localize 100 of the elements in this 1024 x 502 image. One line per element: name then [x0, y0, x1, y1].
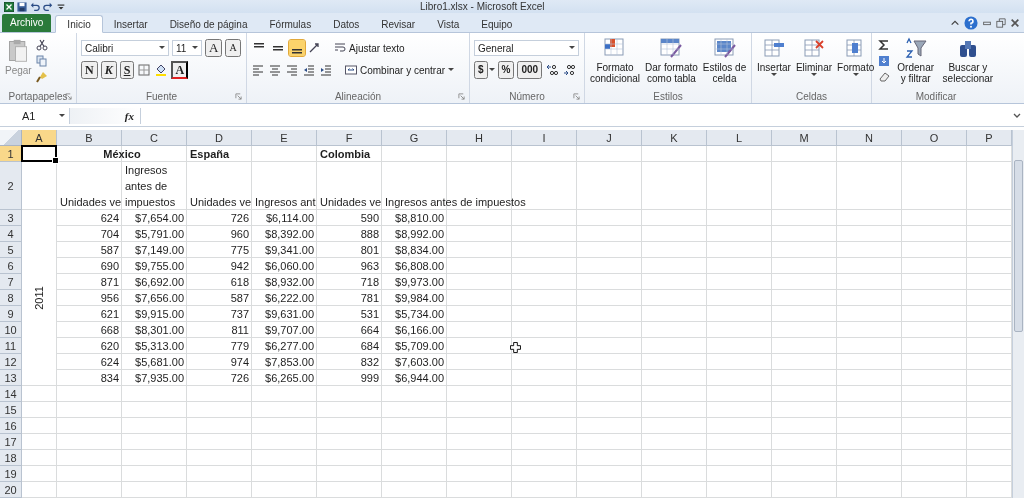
- bold-button[interactable]: N: [81, 61, 98, 79]
- column-header[interactable]: J: [577, 130, 642, 146]
- percent-button[interactable]: %: [497, 61, 515, 79]
- editing-button[interactable]: Buscar y seleccionar: [941, 36, 995, 89]
- editing-button[interactable]: Ordenar y filtrar: [896, 36, 936, 89]
- row-header[interactable]: 8: [0, 290, 22, 306]
- column-header[interactable]: E: [252, 130, 317, 146]
- italic-button[interactable]: K: [100, 61, 117, 79]
- fill-color-icon[interactable]: [155, 64, 168, 76]
- row-header[interactable]: 13: [0, 370, 22, 386]
- column-header[interactable]: H: [447, 130, 512, 146]
- column-header[interactable]: L: [707, 130, 772, 146]
- horizontal-align-icon[interactable]: [269, 64, 281, 76]
- column-header[interactable]: A: [22, 130, 57, 146]
- font-color-button[interactable]: A: [171, 61, 189, 79]
- orientation-icon[interactable]: [309, 42, 321, 54]
- file-tab[interactable]: Archivo: [2, 14, 52, 32]
- styles-button[interactable]: Dar formato como tabla: [644, 36, 699, 89]
- row-header[interactable]: 3: [0, 210, 22, 226]
- vertical-align-icon[interactable]: [289, 40, 305, 56]
- caret-icon[interactable]: [488, 68, 495, 72]
- row-header[interactable]: 14: [0, 386, 22, 402]
- excel-icon[interactable]: [4, 1, 14, 12]
- ribbon-tab[interactable]: Insertar: [102, 15, 159, 33]
- increase-indent-icon[interactable]: [320, 64, 332, 76]
- increase-decimal-icon[interactable]: [546, 64, 559, 76]
- font-size-dropdown[interactable]: 11: [172, 40, 202, 56]
- currency-button[interactable]: $: [474, 61, 488, 79]
- column-header[interactable]: O: [902, 130, 967, 146]
- dialog-launcher-icon[interactable]: [573, 93, 580, 100]
- cells-button[interactable]: Insertar: [756, 36, 792, 89]
- vertical-scrollbar[interactable]: [1012, 130, 1024, 498]
- borders-icon[interactable]: [138, 64, 151, 76]
- row-header[interactable]: 17: [0, 434, 22, 450]
- dialog-launcher-icon[interactable]: [458, 93, 465, 100]
- column-header[interactable]: D: [187, 130, 252, 146]
- column-header[interactable]: K: [642, 130, 707, 146]
- column-header[interactable]: I: [512, 130, 577, 146]
- cut-icon[interactable]: [35, 39, 48, 51]
- row-header[interactable]: 12: [0, 354, 22, 370]
- wrap-text-button[interactable]: Ajustar texto: [331, 42, 408, 54]
- table-cell-text: 726: [229, 211, 250, 226]
- row-header[interactable]: 20: [0, 482, 22, 498]
- horizontal-align-icon[interactable]: [286, 64, 298, 76]
- ribbon-tab[interactable]: Vista: [426, 15, 471, 33]
- row-header[interactable]: 11: [0, 338, 22, 354]
- collapse-ribbon-icon[interactable]: [950, 18, 960, 28]
- styles-button[interactable]: Formato condicional: [589, 36, 642, 89]
- horizontal-align-icon[interactable]: [252, 64, 264, 76]
- row-header[interactable]: 1: [0, 146, 22, 162]
- column-header[interactable]: B: [57, 130, 122, 146]
- format-painter-icon[interactable]: [35, 71, 48, 83]
- row-header[interactable]: 16: [0, 418, 22, 434]
- ribbon-tab[interactable]: Diseño de página: [158, 15, 259, 33]
- shrink-font-button[interactable]: A: [225, 39, 241, 57]
- close-icon[interactable]: [1010, 18, 1020, 28]
- styles-button[interactable]: Estilos de celda: [701, 36, 748, 89]
- ribbon-tab[interactable]: Datos: [322, 15, 371, 33]
- row-header[interactable]: 15: [0, 402, 22, 418]
- grow-font-button[interactable]: A: [205, 39, 223, 57]
- row-header[interactable]: 18: [0, 450, 22, 466]
- column-header[interactable]: F: [317, 130, 382, 146]
- cells-button[interactable]: Eliminar: [794, 36, 834, 89]
- column-header[interactable]: M: [772, 130, 837, 146]
- row-header[interactable]: 7: [0, 274, 22, 290]
- undo-icon[interactable]: [30, 1, 40, 12]
- row-header[interactable]: 6: [0, 258, 22, 274]
- row-header[interactable]: 4: [0, 226, 22, 242]
- cells-button[interactable]: Formato: [836, 36, 876, 89]
- ribbon-tab[interactable]: Equipo: [470, 15, 524, 33]
- ribbon-tab[interactable]: Fórmulas: [258, 15, 323, 33]
- decrease-decimal-icon[interactable]: [563, 64, 576, 76]
- insert-function-button[interactable]: fx: [124, 110, 134, 122]
- column-header[interactable]: C: [122, 130, 187, 146]
- restore-icon[interactable]: [996, 18, 1006, 28]
- dialog-launcher-icon[interactable]: [65, 93, 72, 100]
- column-header[interactable]: P: [967, 130, 1012, 146]
- autosum-icon[interactable]: [877, 39, 890, 51]
- ribbon-tab[interactable]: Revisar: [370, 15, 427, 33]
- dialog-launcher-icon[interactable]: [235, 93, 242, 100]
- row-header[interactable]: 10: [0, 322, 22, 338]
- column-header[interactable]: G: [382, 130, 447, 146]
- row-header[interactable]: 5: [0, 242, 22, 258]
- font-name-dropdown[interactable]: Calibri: [81, 40, 169, 56]
- fill-down-icon[interactable]: [877, 55, 890, 67]
- decrease-indent-icon[interactable]: [303, 64, 315, 76]
- column-header[interactable]: N: [837, 130, 902, 146]
- redo-icon[interactable]: [43, 1, 53, 12]
- ribbon-tab[interactable]: Inicio: [55, 15, 103, 33]
- row-header[interactable]: 19: [0, 466, 22, 482]
- help-icon[interactable]: [964, 16, 978, 30]
- row-header[interactable]: 9: [0, 306, 22, 322]
- eraser-icon[interactable]: [877, 71, 890, 83]
- number-format-dropdown[interactable]: General: [474, 40, 579, 56]
- merge-center-button[interactable]: Combinar y centrar: [342, 64, 458, 76]
- underline-button[interactable]: S: [119, 61, 135, 79]
- save-icon[interactable]: [17, 1, 27, 12]
- paste-button[interactable]: Pegar: [4, 39, 33, 89]
- row-header[interactable]: 2: [0, 162, 22, 210]
- thousands-button[interactable]: 000: [517, 61, 543, 79]
